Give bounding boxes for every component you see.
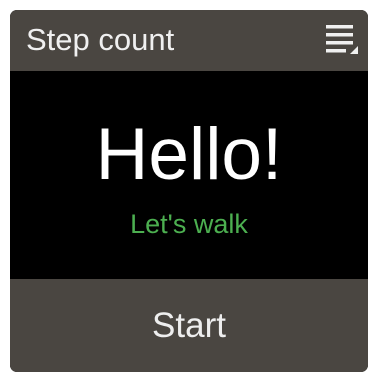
start-button-label: Start — [152, 306, 226, 345]
start-button[interactable]: Start — [10, 279, 368, 372]
main-content: Hello! Let's walk — [10, 71, 368, 279]
app-header: Step count — [10, 10, 368, 71]
menu-icon — [326, 25, 358, 54]
watch-screen: Step count Hello! Let's walk Start — [10, 10, 368, 372]
greeting-text: Hello! — [95, 114, 283, 195]
menu-button[interactable] — [324, 21, 360, 57]
app-title: Step count — [26, 22, 175, 57]
subtitle-text: Let's walk — [130, 209, 248, 239]
